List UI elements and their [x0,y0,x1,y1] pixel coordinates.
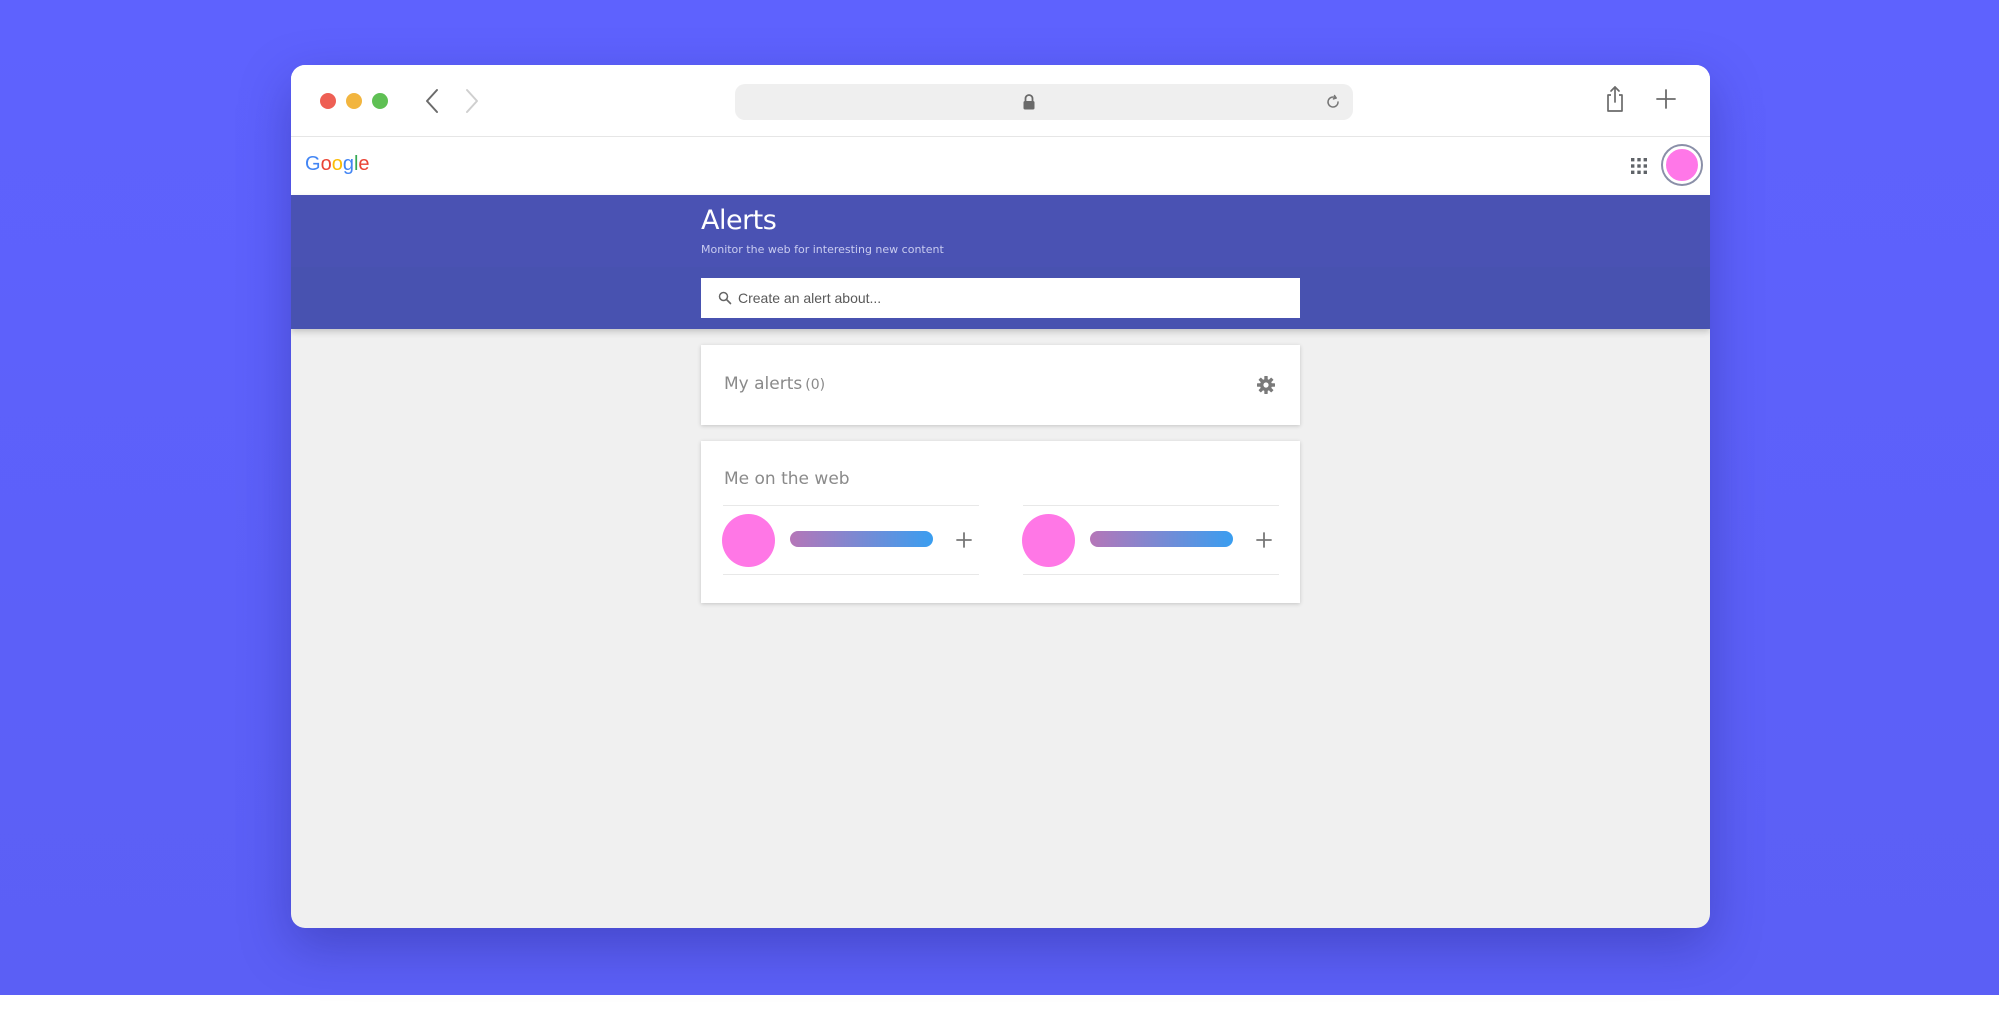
create-alert-search [701,278,1300,318]
google-logo[interactable]: Google [305,153,370,176]
new-tab-icon[interactable] [1654,87,1678,111]
page-subtitle: Monitor the web for interesting new cont… [701,243,944,256]
me-on-web-card: Me on the web [701,441,1300,603]
back-icon[interactable] [421,85,445,117]
browser-toolbar [291,65,1710,137]
minimize-window-dot[interactable] [346,93,362,109]
suggestion-item [1022,505,1279,575]
reload-icon[interactable] [1323,92,1343,112]
suggestion-avatar [1022,514,1075,567]
lock-icon [1022,93,1036,111]
alerts-header: Alerts Monitor the web for interesting n… [291,195,1710,329]
account-avatar[interactable] [1663,146,1701,184]
address-bar[interactable] [735,84,1353,120]
suggestion-item [722,505,979,575]
close-window-dot[interactable] [320,93,336,109]
me-on-web-title: Me on the web [724,469,850,489]
my-alerts-label: My alerts [724,374,803,394]
suggestion-text-placeholder [1090,531,1233,547]
my-alerts-count: (0) [805,377,826,393]
apps-grid-icon[interactable] [1630,157,1648,175]
suggestion-text-placeholder [790,531,933,547]
maximize-window-dot[interactable] [372,93,388,109]
browser-window: Google Alerts Monitor the web for intere… [291,65,1710,928]
gear-icon[interactable] [1256,375,1276,395]
plus-icon[interactable] [954,530,974,550]
search-icon [718,291,732,305]
my-alerts-card: My alerts (0) [701,345,1300,425]
plus-icon[interactable] [1254,530,1274,550]
forward-icon[interactable] [459,85,483,117]
google-bar: Google [291,137,1710,195]
page-title: Alerts [701,205,777,236]
my-alerts-title: My alerts (0) [724,374,825,394]
suggestion-avatar [722,514,775,567]
create-alert-input[interactable] [738,278,1288,318]
share-icon[interactable] [1603,84,1627,114]
